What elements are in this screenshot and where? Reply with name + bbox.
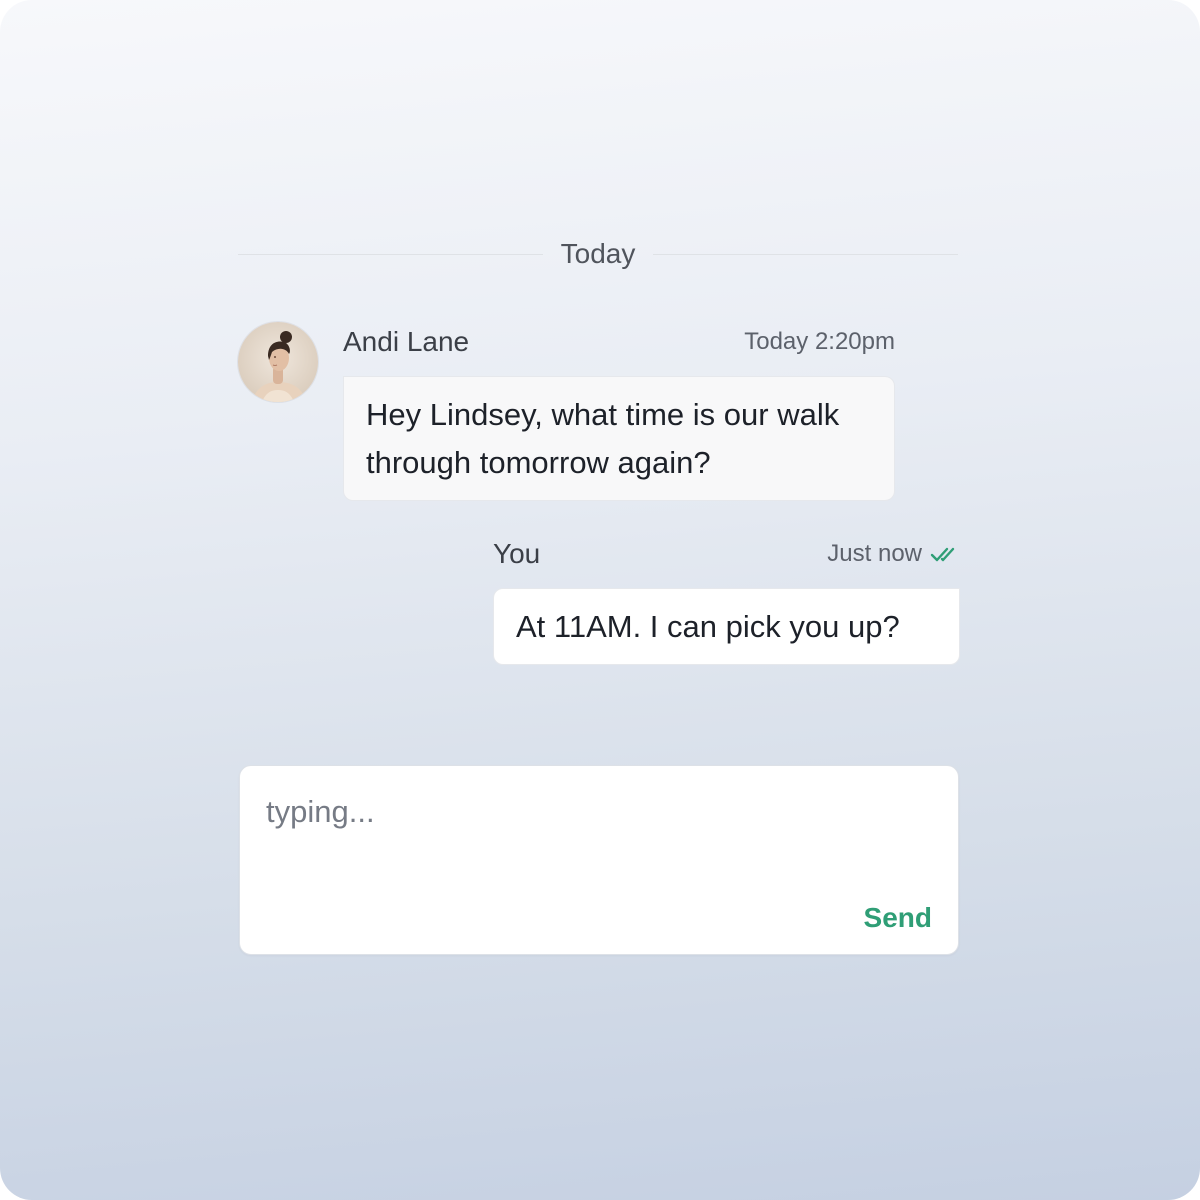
message-text: Hey Lindsey, what time is our walk throu… [366,397,840,480]
message-text: At 11AM. I can pick you up? [516,609,900,644]
divider-line-right [653,253,958,255]
message-header: Andi Lane Today 2:20pm [343,324,895,360]
outgoing-message-bubble[interactable]: At 11AM. I can pick you up? [493,588,960,665]
message-timestamp: Today 2:20pm [744,328,895,355]
message-composer[interactable]: Send [239,765,959,955]
message-status: Just now [827,540,960,568]
double-check-icon [930,547,955,562]
chat-panel: Today Andi Lane Today 2:20pm Hey Lindsey… [0,0,1200,1200]
send-button[interactable]: Send [864,898,932,938]
date-divider-label: Today [560,238,636,269]
avatar-photo [238,322,318,402]
avatar[interactable] [238,322,318,402]
message-header: You Just now [493,536,960,572]
message-input[interactable] [266,790,926,834]
date-divider: Today [238,236,958,272]
incoming-message-bubble[interactable]: Hey Lindsey, what time is our walk throu… [343,376,895,501]
sender-name: You [493,538,541,569]
sender-name[interactable]: Andi Lane [343,326,469,358]
divider-line-left [238,253,543,255]
message-timestamp: Just now [827,540,922,567]
